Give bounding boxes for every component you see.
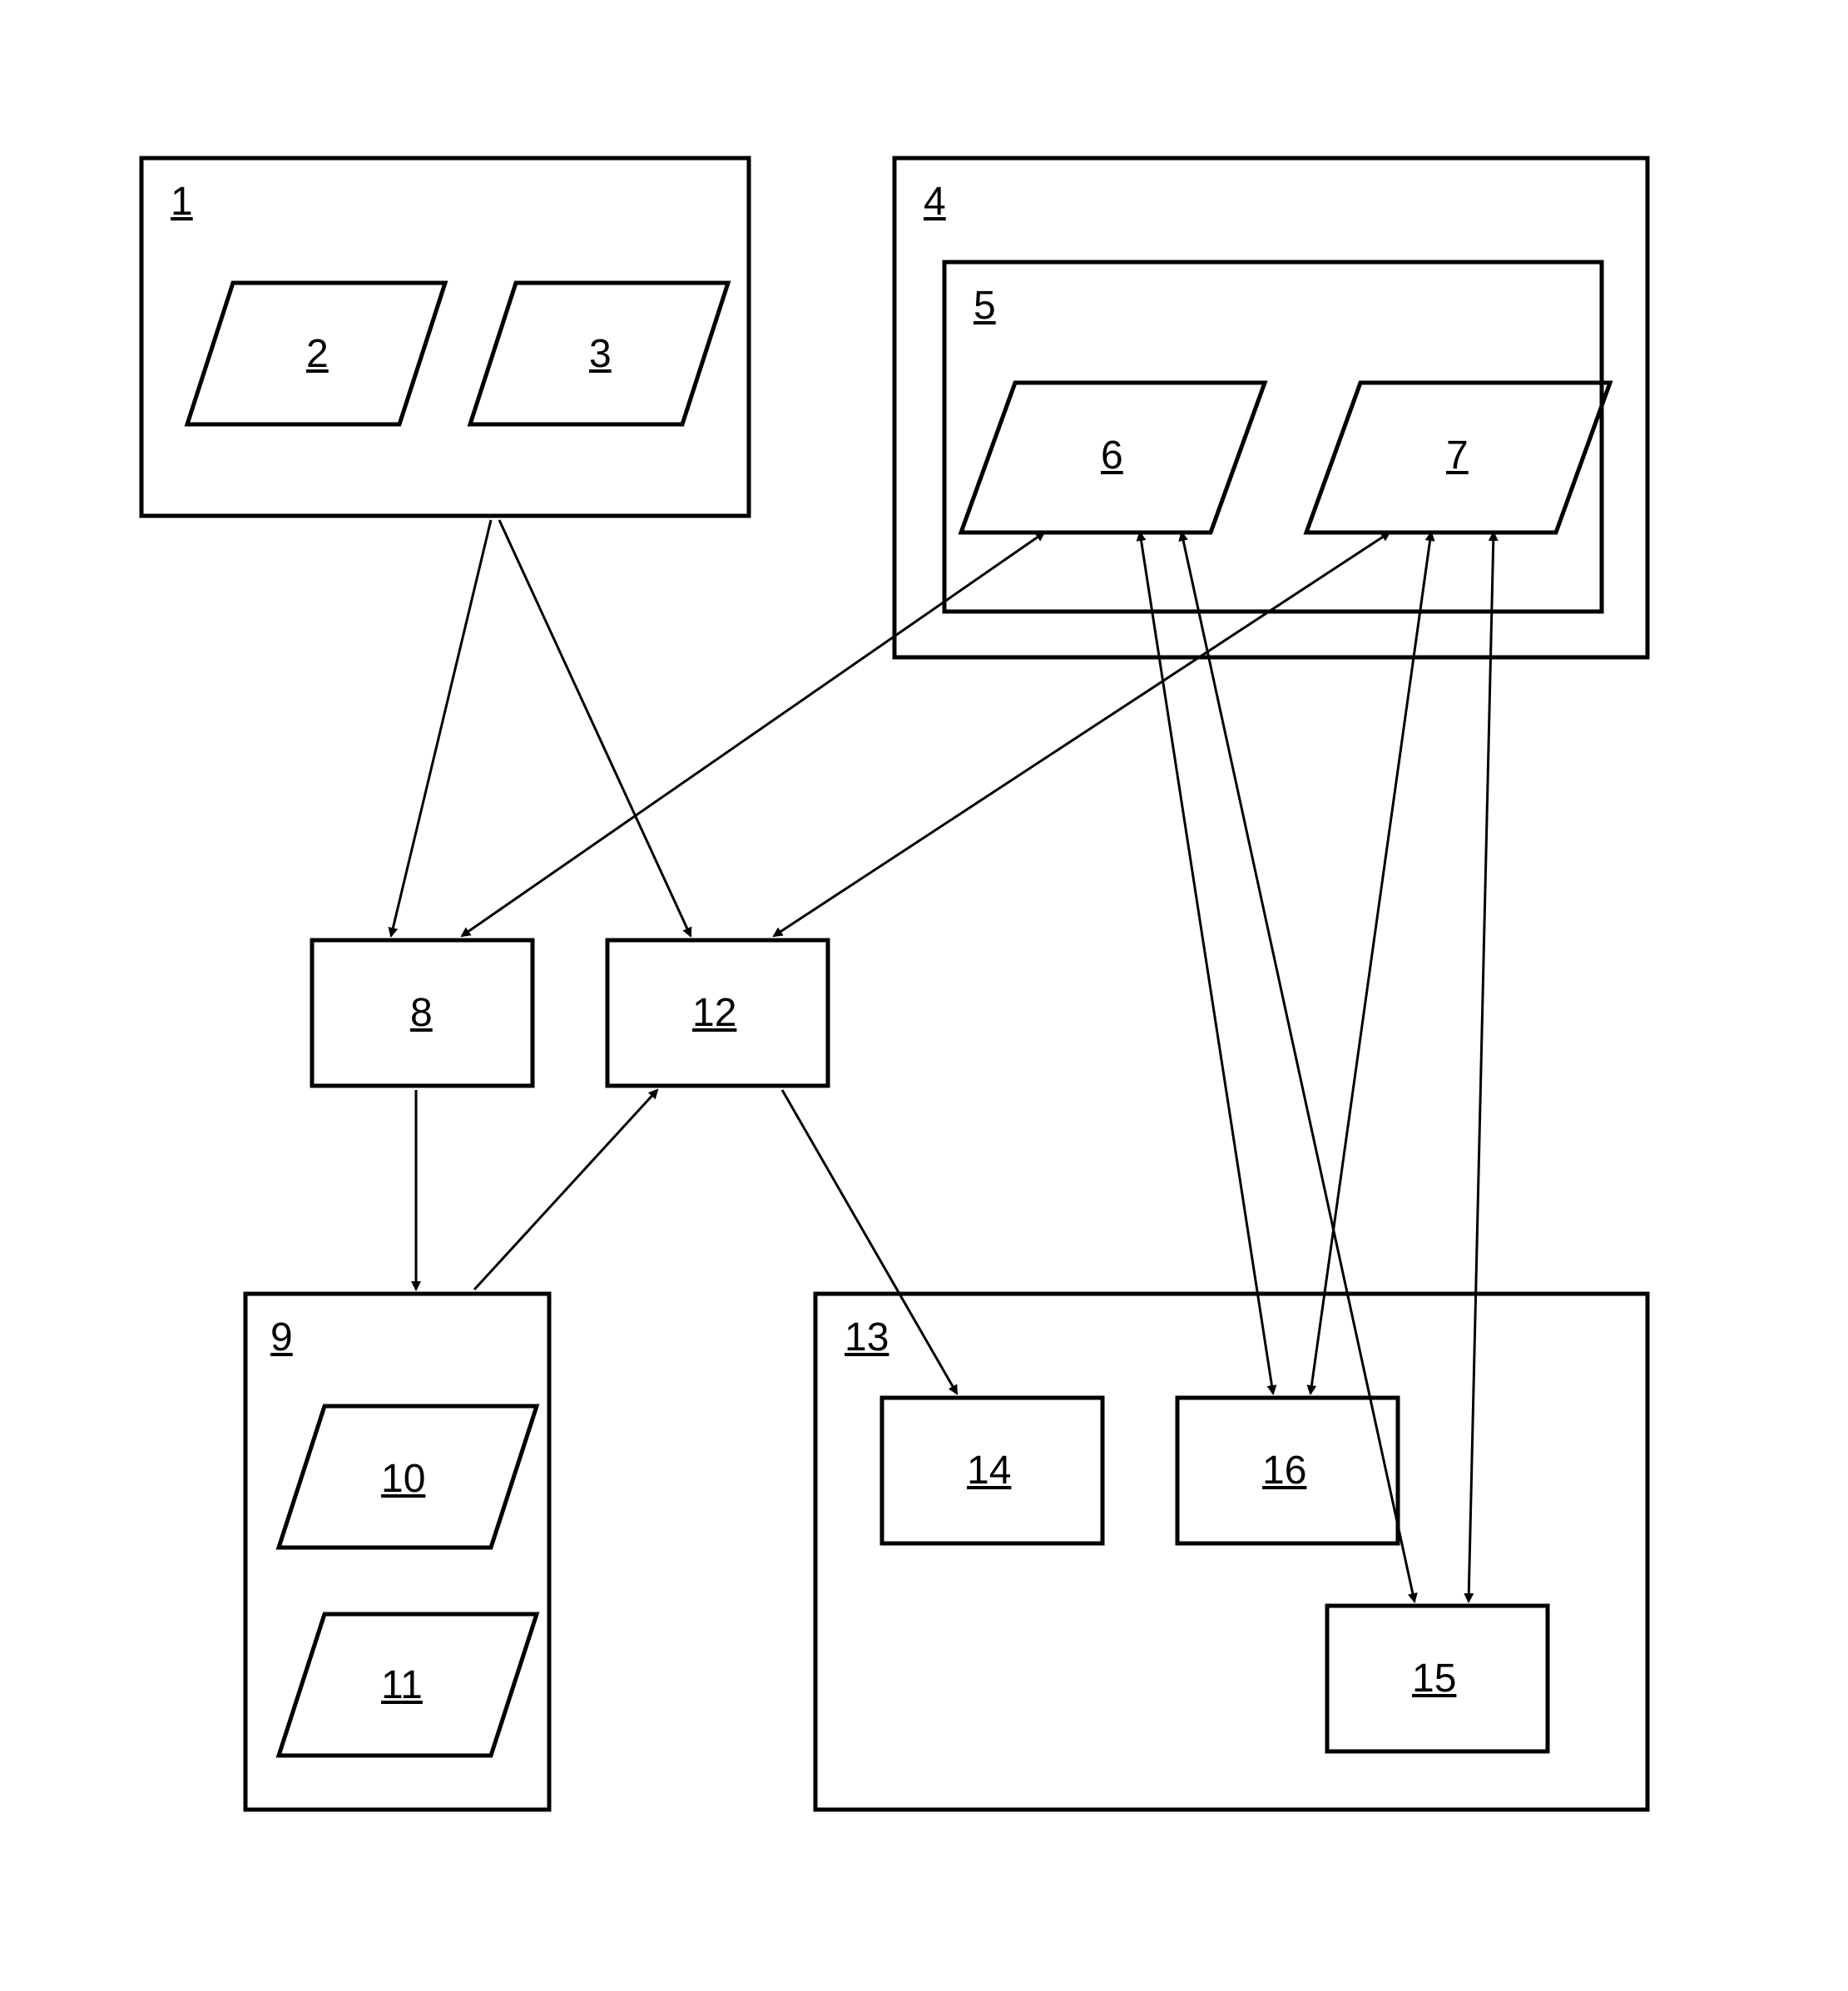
label-2: 2	[306, 331, 329, 377]
container-9	[245, 1294, 549, 1810]
label-5: 5	[974, 283, 996, 329]
label-4: 4	[924, 179, 946, 225]
label-9: 9	[270, 1315, 293, 1360]
container-1	[141, 158, 749, 516]
container-13	[815, 1294, 1647, 1810]
label-10: 10	[381, 1456, 425, 1502]
label-7: 7	[1446, 433, 1469, 478]
edge-1-8	[391, 520, 491, 936]
label-6: 6	[1101, 433, 1123, 478]
edge-6-8	[462, 532, 1044, 936]
edge-7-12	[774, 532, 1390, 936]
edge-6-16	[1140, 532, 1273, 1394]
label-8: 8	[410, 990, 433, 1036]
label-13: 13	[845, 1315, 889, 1360]
edge-7-16	[1310, 532, 1431, 1394]
label-11: 11	[381, 1662, 423, 1708]
edge-6-15	[1182, 532, 1414, 1602]
diagram-canvas	[0, 0, 1848, 1991]
label-15: 15	[1412, 1656, 1456, 1701]
label-16: 16	[1262, 1448, 1306, 1493]
container-5	[944, 262, 1602, 612]
edge-1-12	[499, 520, 691, 936]
edge-9-12	[474, 1090, 657, 1290]
label-3: 3	[589, 331, 612, 377]
label-1: 1	[171, 179, 193, 225]
label-14: 14	[967, 1448, 1011, 1493]
edge-7-15	[1469, 532, 1494, 1602]
label-12: 12	[692, 990, 736, 1036]
